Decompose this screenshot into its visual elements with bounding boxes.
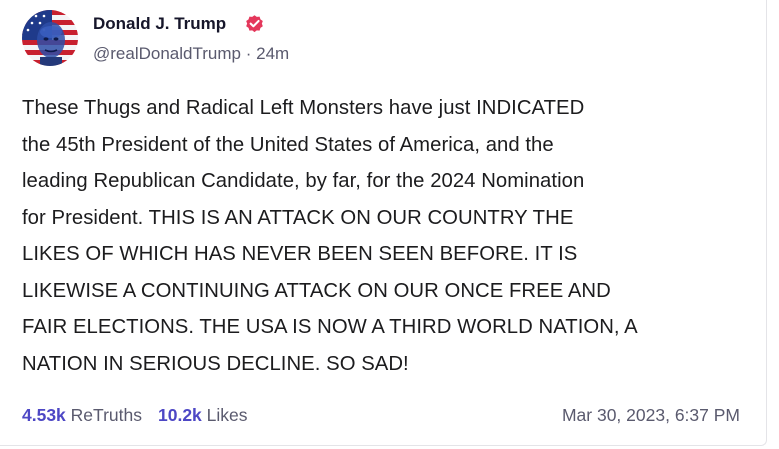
post-stats: 4.53k ReTruths 10.2k Likes [22,405,248,426]
retruths-count: 4.53k [22,405,66,425]
post-card: Donald J. Trump @realDonaldTrump · 24m T… [0,0,767,446]
likes-stat[interactable]: 10.2k Likes [158,405,248,425]
author-handle[interactable]: @realDonaldTrump [93,44,241,63]
author-display-name[interactable]: Donald J. Trump [93,14,226,34]
meta-separator: · [245,44,252,63]
verified-badge-icon [246,15,263,33]
retruths-label: ReTruths [70,405,142,425]
relative-time[interactable]: 24m [256,44,289,63]
likes-count: 10.2k [158,405,202,425]
flag-portrait-avatar-icon [22,10,78,66]
post-text: These Thugs and Radical Left Monsters ha… [22,97,638,375]
likes-label: Likes [206,405,248,425]
post-timestamp[interactable]: Mar 30, 2023, 6:37 PM [562,405,740,426]
retruths-stat[interactable]: 4.53k ReTruths [22,405,142,425]
avatar[interactable] [22,10,78,66]
author-meta: @realDonaldTrump · 24m [93,44,289,64]
